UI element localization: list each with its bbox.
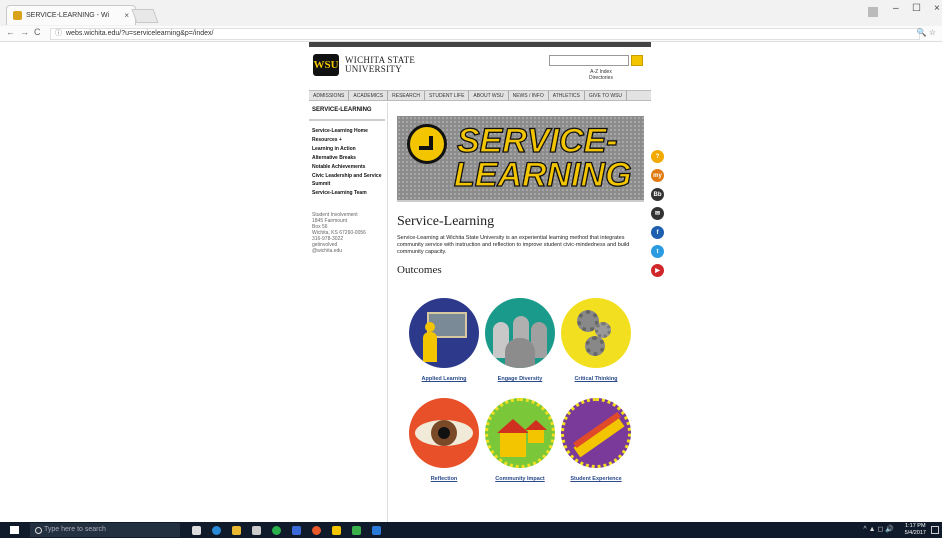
top-bar bbox=[309, 42, 651, 47]
youtube-icon[interactable]: ▶ bbox=[651, 264, 664, 277]
sidebar-nav: Service-Learning Home Resources + Learning… bbox=[312, 127, 386, 198]
nav-item[interactable]: ACADEMICS bbox=[349, 91, 389, 100]
hero-banner: SERVICE- LEARNING bbox=[397, 116, 644, 202]
university-name-line2: UNIVERSITY bbox=[345, 64, 402, 74]
university-name[interactable]: WICHITA STATE UNIVERSITY bbox=[345, 56, 415, 74]
task-view-icon[interactable] bbox=[192, 526, 201, 535]
tile-label[interactable]: Student Experience bbox=[561, 476, 631, 482]
tile-engage-diversity[interactable]: Engage Diversity bbox=[485, 298, 555, 382]
intro-text: Service-Learning at Wichita State Univer… bbox=[397, 235, 630, 255]
site-search-input[interactable] bbox=[549, 55, 629, 66]
tile-reflection[interactable]: Reflection bbox=[409, 398, 479, 482]
windows-taskbar: Type here to search ^ ▲ ◻ 🔊 1:17 PM 5/4/… bbox=[0, 522, 942, 538]
nav-item[interactable]: NEWS / INFO bbox=[509, 91, 549, 100]
address-bar[interactable]: ⓘ webs.wichita.edu/?u=servicelearning&p=… bbox=[50, 28, 920, 40]
new-tab-button[interactable] bbox=[131, 9, 159, 23]
forward-icon[interactable]: → bbox=[20, 27, 29, 37]
tile-applied-learning[interactable]: Applied Learning bbox=[409, 298, 479, 382]
nav-item[interactable]: ADMISSIONS bbox=[309, 91, 350, 100]
edge-icon[interactable] bbox=[212, 526, 221, 535]
app-icon[interactable] bbox=[352, 526, 361, 535]
social-sidebar: ? my Bb ✉ f t ▶ bbox=[651, 150, 665, 283]
column-divider bbox=[387, 102, 388, 522]
tile-label[interactable]: Community Impact bbox=[485, 476, 555, 482]
site-search-button[interactable] bbox=[631, 55, 643, 66]
minimize-button[interactable]: – bbox=[893, 3, 899, 14]
start-icon[interactable] bbox=[10, 526, 19, 534]
nav-item[interactable]: RESEARCH bbox=[388, 91, 425, 100]
browser-titlebar: SERVICE-LEARNING - Wi × – ☐ × bbox=[0, 0, 942, 26]
sidebar-link[interactable]: Learning in Action bbox=[312, 145, 386, 153]
maximize-button[interactable]: ☐ bbox=[912, 3, 921, 14]
sidebar-divider bbox=[309, 119, 385, 121]
clock-date: 5/4/2017 bbox=[904, 530, 926, 536]
reflection-icon[interactable] bbox=[409, 398, 479, 468]
contact-line[interactable]: @wichita.edu bbox=[312, 248, 386, 254]
zoom-bookmark-icons[interactable]: 🔍 ☆ bbox=[917, 28, 936, 37]
sidebar-link[interactable]: Service-Learning Team bbox=[312, 189, 386, 197]
favicon-icon bbox=[13, 11, 22, 20]
taskbar-search-input[interactable]: Type here to search bbox=[30, 523, 180, 537]
outcomes-heading: Outcomes bbox=[397, 264, 442, 276]
tile-label[interactable]: Critical Thinking bbox=[561, 376, 631, 382]
twitter-icon[interactable]: t bbox=[651, 245, 664, 258]
hero-title-line1: SERVICE- bbox=[456, 122, 618, 160]
url-text: webs.wichita.edu/?u=servicelearning&p=/i… bbox=[66, 30, 214, 37]
tile-student-experience[interactable]: Student Experience bbox=[561, 398, 631, 482]
tile-community-impact[interactable]: Community Impact bbox=[485, 398, 555, 482]
sidebar-link[interactable]: Civic Leadership and Service Summit bbox=[312, 172, 386, 188]
help-icon[interactable]: ? bbox=[651, 150, 664, 163]
site-info-icon[interactable]: ⓘ bbox=[55, 29, 62, 39]
nav-item[interactable]: STUDENT LIFE bbox=[425, 91, 470, 100]
critical-thinking-icon[interactable] bbox=[561, 298, 631, 368]
file-explorer-icon[interactable] bbox=[232, 526, 241, 535]
section-title[interactable]: SERVICE-LEARNING bbox=[312, 107, 372, 113]
notifications-icon[interactable] bbox=[931, 526, 939, 534]
nav-item[interactable]: ATHLETICS bbox=[549, 91, 585, 100]
chrome-icon[interactable] bbox=[312, 526, 321, 535]
store-icon[interactable] bbox=[252, 526, 261, 535]
close-window-button[interactable]: × bbox=[934, 3, 940, 14]
blackboard-icon[interactable]: Bb bbox=[651, 188, 664, 201]
sidebar-link[interactable]: Notable Achievements bbox=[312, 163, 386, 171]
tab-title: SERVICE-LEARNING - Wi bbox=[26, 12, 110, 19]
browser-tab[interactable]: SERVICE-LEARNING - Wi × bbox=[6, 5, 136, 25]
engage-diversity-icon[interactable] bbox=[485, 298, 555, 368]
spotify-icon[interactable] bbox=[272, 526, 281, 535]
main-navigation: ADMISSIONS ACADEMICS RESEARCH STUDENT LIFE A… bbox=[309, 90, 651, 101]
tab-close-icon[interactable]: × bbox=[124, 11, 129, 20]
reload-icon[interactable]: C bbox=[34, 27, 41, 37]
sidebar-link[interactable]: Service-Learning Home bbox=[312, 127, 386, 135]
app-icon[interactable] bbox=[372, 526, 381, 535]
arrow-icon bbox=[419, 136, 433, 150]
sidebar-link[interactable]: Alternative Breaks bbox=[312, 154, 386, 162]
wsu-logo[interactable]: WSU bbox=[313, 54, 339, 76]
nav-item[interactable]: ABOUT WSU bbox=[469, 91, 509, 100]
back-icon[interactable]: ← bbox=[6, 27, 15, 37]
system-tray[interactable]: ^ ▲ ◻ 🔊 bbox=[863, 525, 894, 533]
facebook-icon[interactable]: f bbox=[651, 226, 664, 239]
page-title: Service-Learning bbox=[397, 214, 495, 229]
tile-label[interactable]: Applied Learning bbox=[409, 376, 479, 382]
sidebar-link[interactable]: Resources + bbox=[312, 136, 386, 144]
app-icon[interactable] bbox=[332, 526, 341, 535]
tile-label[interactable]: Engage Diversity bbox=[485, 376, 555, 382]
mywsu-icon[interactable]: my bbox=[651, 169, 664, 182]
utility-links[interactable]: A-Z Index Directories bbox=[571, 69, 631, 81]
browser-toolbar: ← → C ⓘ webs.wichita.edu/?u=servicelearn… bbox=[0, 26, 942, 42]
nav-item[interactable]: GIVE TO WSU bbox=[585, 91, 628, 100]
hero-title-line2: LEARNING bbox=[453, 156, 632, 194]
tile-label[interactable]: Reflection bbox=[409, 476, 479, 482]
photos-icon[interactable] bbox=[292, 526, 301, 535]
tile-critical-thinking[interactable]: Critical Thinking bbox=[561, 298, 631, 382]
profile-icon[interactable] bbox=[868, 7, 878, 17]
clock-time: 1:17 PM bbox=[905, 523, 926, 529]
applied-learning-icon[interactable] bbox=[409, 298, 479, 368]
community-impact-icon[interactable] bbox=[485, 398, 555, 468]
webpage: WSU WICHITA STATE UNIVERSITY A-Z Index D… bbox=[309, 42, 664, 522]
student-experience-icon[interactable] bbox=[561, 398, 631, 468]
clock[interactable]: 1:17 PM 5/4/2017 bbox=[905, 523, 926, 537]
contact-info: Student Involvement 1845 Fairmount Box 56 W… bbox=[312, 212, 386, 254]
email-icon[interactable]: ✉ bbox=[651, 207, 664, 220]
